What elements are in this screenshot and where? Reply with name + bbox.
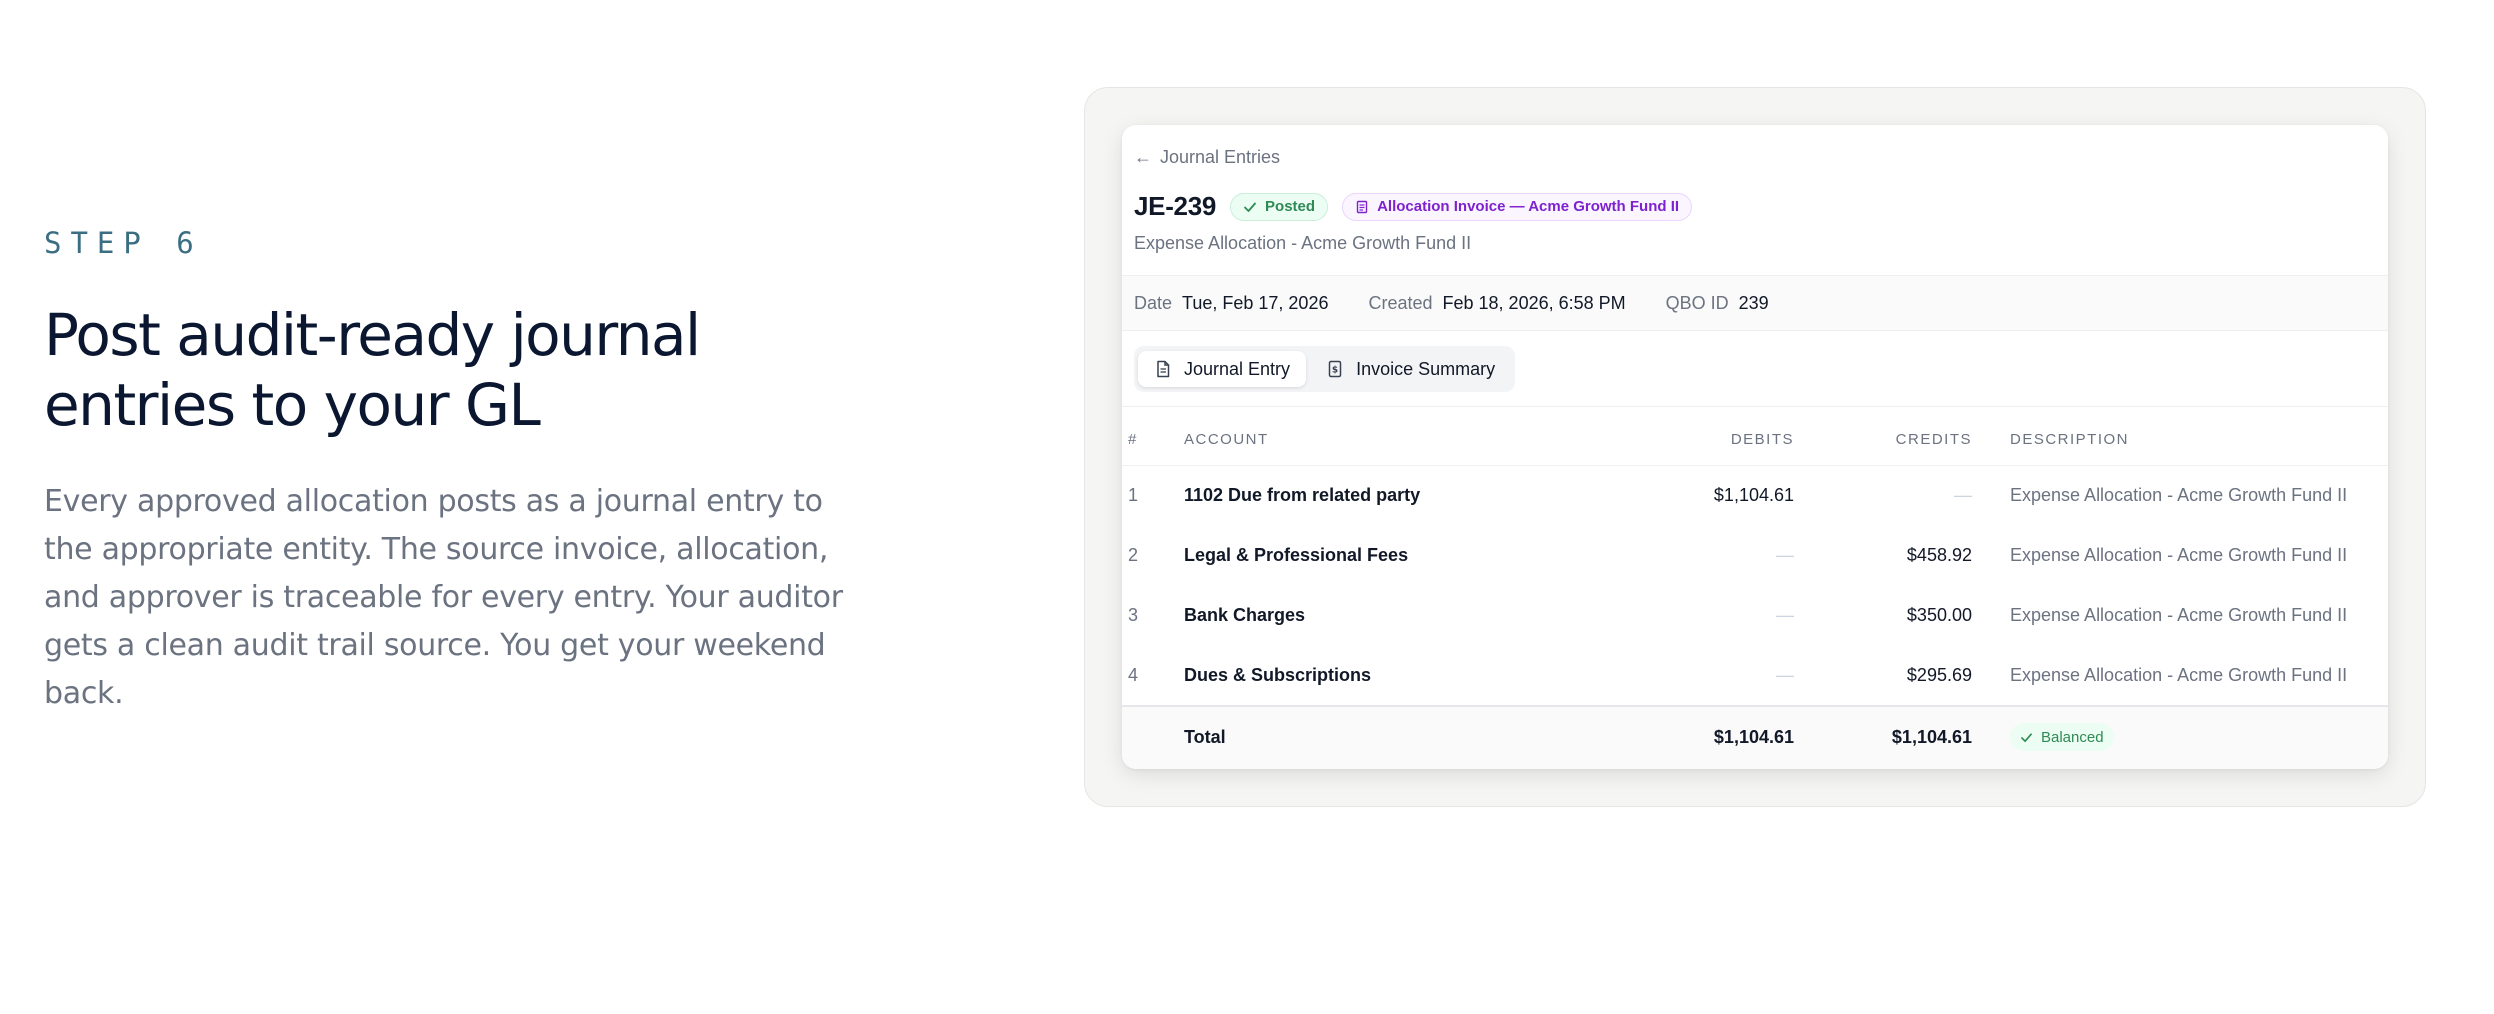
row-number: 4 — [1128, 665, 1139, 685]
table-row[interactable]: 2 Legal & Professional Fees — $458.92 Ex… — [1122, 526, 2388, 586]
table-row[interactable]: 4 Dues & Subscriptions — $295.69 Expense… — [1122, 646, 2388, 706]
column-header-description: DESCRIPTION — [2010, 431, 2130, 448]
row-credit: $295.69 — [1906, 665, 1972, 685]
row-credit: $350.00 — [1906, 605, 1972, 625]
qbo-id-value: 239 — [1738, 292, 1769, 313]
headline: Post audit-ready journal entries to your… — [44, 300, 844, 440]
date-label: Date — [1134, 292, 1173, 313]
marketing-copy: STEP 6 Post audit-ready journal entries … — [44, 226, 844, 718]
invoice-link-badge[interactable]: Allocation Invoice — Acme Growth Fund II — [1342, 192, 1693, 221]
qbo-id-label: QBO ID — [1665, 292, 1729, 313]
arrow-left-icon: ← — [1134, 147, 1152, 167]
row-description: Expense Allocation - Acme Growth Fund II — [2010, 605, 2348, 625]
document-icon — [1157, 360, 1170, 378]
total-label: Total — [1184, 727, 1226, 747]
created-label: Created — [1368, 292, 1433, 313]
back-link[interactable]: ← Journal Entries — [1134, 147, 1280, 168]
row-debit: — — [1776, 545, 1794, 565]
status-badge-label: Posted — [1265, 198, 1316, 215]
check-icon — [1244, 202, 1256, 212]
row-debit: — — [1776, 605, 1794, 625]
total-row: Total $1,104.61 $1,104.61 Balanced — [1122, 705, 2388, 769]
total-credit: $1,104.61 — [1891, 727, 1972, 747]
row-number: 3 — [1128, 605, 1139, 625]
row-account: 1102 Due from related party — [1184, 485, 1421, 505]
row-description: Expense Allocation - Acme Growth Fund II — [2010, 545, 2348, 565]
row-description: Expense Allocation - Acme Growth Fund II — [2010, 485, 2348, 505]
table-row[interactable]: 3 Bank Charges — $350.00 Expense Allocat… — [1122, 586, 2388, 646]
step-label: STEP 6 — [44, 226, 203, 260]
entry-subtitle: Expense Allocation - Acme Growth Fund II — [1134, 233, 1472, 253]
view-tabs: Journal Entry $ Invoice Summary — [1134, 346, 1516, 392]
row-credit: $458.92 — [1906, 545, 1972, 565]
column-header-debits: DEBITS — [1730, 431, 1794, 448]
row-account: Legal & Professional Fees — [1184, 545, 1409, 565]
row-account: Dues & Subscriptions — [1184, 665, 1372, 685]
headline-line-2: entries to your GL — [44, 371, 541, 439]
row-credit: — — [1954, 485, 1972, 505]
row-debit: — — [1776, 665, 1794, 685]
table-row[interactable]: 1 1102 Due from related party $1,104.61 … — [1122, 466, 2388, 526]
row-number: 1 — [1128, 485, 1139, 505]
body-text: Every approved allocation posts as a jou… — [44, 484, 843, 711]
created-value: Feb 18, 2026, 6:58 PM — [1442, 292, 1626, 313]
balanced-badge: Balanced — [2010, 723, 2114, 751]
entry-meta-bar: Date Tue, Feb 17, 2026 Created Feb 18, 2… — [1122, 275, 2388, 331]
check-icon — [2021, 732, 2032, 742]
balanced-badge-label: Balanced — [2041, 728, 2104, 746]
row-debit: $1,104.61 — [1713, 485, 1794, 505]
back-link-label: Journal Entries — [1160, 147, 1281, 167]
row-description: Expense Allocation - Acme Growth Fund II — [2010, 665, 2348, 685]
tab-invoice-summary-label: Invoice Summary — [1356, 358, 1496, 379]
svg-text:$: $ — [1332, 366, 1338, 376]
divider — [1122, 406, 2388, 407]
row-account: Bank Charges — [1184, 605, 1306, 625]
headline-line-1: Post audit-ready journal — [44, 301, 701, 369]
column-header-account: ACCOUNT — [1184, 431, 1269, 448]
tab-journal-entry[interactable]: Journal Entry — [1138, 351, 1307, 387]
receipt-icon: $ — [1328, 360, 1342, 378]
column-header-credits: CREDITS — [1895, 431, 1972, 448]
tab-journal-entry-label: Journal Entry — [1184, 358, 1291, 379]
journal-entry-card: ← Journal Entries JE-239 Posted Allocati… — [1122, 125, 2388, 769]
receipt-icon — [1356, 200, 1368, 213]
row-number: 2 — [1128, 545, 1139, 565]
invoice-link-label: Allocation Invoice — Acme Growth Fund II — [1377, 198, 1680, 215]
status-badge: Posted — [1230, 192, 1329, 221]
title-row: JE-239 Posted Allocation Invoice — Acme … — [1134, 191, 1693, 222]
app-preview-frame: ← Journal Entries JE-239 Posted Allocati… — [1084, 87, 2426, 807]
tab-invoice-summary[interactable]: $ Invoice Summary — [1310, 351, 1511, 387]
page-title: JE-239 — [1134, 191, 1217, 221]
column-header-number: # — [1128, 431, 1138, 448]
total-debit: $1,104.61 — [1713, 727, 1794, 747]
date-value: Tue, Feb 17, 2026 — [1182, 292, 1329, 313]
